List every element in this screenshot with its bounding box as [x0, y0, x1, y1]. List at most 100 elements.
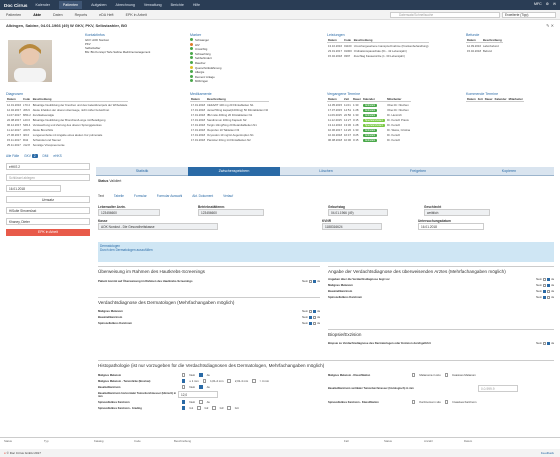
- user-menu[interactable]: MFC: [534, 2, 542, 6]
- key-input[interactable]: Schlüssel ablegen: [6, 174, 90, 181]
- vert-input[interactable]: 0.0-999.9: [478, 385, 518, 392]
- ja-checkbox[interactable]: [546, 295, 551, 299]
- option-checkbox[interactable]: [202, 379, 207, 383]
- nav-berichte[interactable]: Berichte: [171, 3, 184, 7]
- tab-akte[interactable]: Akte: [33, 13, 41, 17]
- nein-checkbox[interactable]: [542, 283, 547, 287]
- nein-checkbox[interactable]: [542, 341, 547, 345]
- footer-column-header[interactable]: Code: [130, 439, 170, 443]
- footer-column-header[interactable]: Beschreibung: [170, 439, 340, 443]
- table-row[interactable]: 06.08.2018 10:00 0:15 Ambulant Dr. Kersch: [327, 137, 411, 142]
- option-checkbox[interactable]: [182, 379, 186, 383]
- nein-checkbox[interactable]: [308, 315, 313, 319]
- option-checkbox[interactable]: [182, 373, 186, 377]
- column-header[interactable]: Dauer: [483, 96, 494, 102]
- tab-statistik[interactable]: Statistik: [96, 167, 188, 176]
- nav-aufgaben[interactable]: Aufgaben: [91, 3, 106, 7]
- option-checkbox[interactable]: [199, 400, 203, 404]
- column-header[interactable]: Kalender: [493, 96, 508, 102]
- option-checkbox[interactable]: [197, 406, 201, 410]
- tab-daten[interactable]: Daten: [53, 13, 63, 17]
- tab-freigeben[interactable]: Freigeben: [372, 167, 464, 176]
- table-row[interactable]: 12.01.2016 L70.2 Bösartige Neubildung der …: [6, 102, 128, 108]
- nav-abrechnung[interactable]: Abrechnung: [115, 3, 134, 7]
- nein-checkbox[interactable]: [308, 309, 313, 313]
- tab-patienten[interactable]: Patienten: [6, 13, 21, 17]
- option-checkbox[interactable]: [199, 373, 203, 377]
- case-tab-dmi[interactable]: DMI: [43, 154, 49, 158]
- option-checkbox[interactable]: [227, 379, 231, 383]
- nav-kalender[interactable]: Kalender: [36, 3, 50, 7]
- table-row[interactable]: 25.11.2017 J12.8 Sonstige Viruspneumonie: [6, 142, 128, 147]
- footer-column-header[interactable]: Katalog: [90, 439, 130, 443]
- epk-in-arbeit-button[interactable]: EPK in Arbeit: [6, 229, 90, 236]
- option-checkbox[interactable]: [444, 400, 449, 404]
- subtab-akt-dokument[interactable]: Akt. Dokument: [192, 194, 213, 198]
- footer-column-header[interactable]: Datum: [460, 439, 520, 443]
- column-header[interactable]: Datum: [466, 96, 477, 102]
- subtab-text[interactable]: Text: [98, 194, 104, 198]
- ja-checkbox[interactable]: [546, 289, 551, 293]
- case-tab-alle[interactable]: Alle Fälle: [6, 154, 19, 158]
- lebensalter-field[interactable]: 123456600: [98, 209, 160, 216]
- nav-patienten[interactable]: Patienten: [58, 1, 83, 9]
- nein-checkbox[interactable]: [542, 277, 547, 281]
- geburtstag-field[interactable]: 04.01.1966 (49): [328, 209, 388, 216]
- tab-eda-heft[interactable]: eDA Heft: [99, 13, 113, 17]
- option-checkbox[interactable]: [227, 406, 231, 410]
- nein-checkbox[interactable]: [308, 279, 313, 283]
- table-row[interactable]: 11.09.2015 22:50 1:30 Ambulant Dr. Hennich: [327, 112, 411, 117]
- betriebs-field[interactable]: 123456600: [198, 209, 264, 216]
- option-checkbox[interactable]: [444, 373, 448, 377]
- tab-reports[interactable]: Reports: [75, 13, 88, 17]
- ja-checkbox[interactable]: [312, 315, 317, 319]
- table-row[interactable]: 17.01.2018 Pantoloc 20mg 14 Filmtabletten…: [190, 137, 269, 142]
- table-row[interactable]: 10.02.2018 16:47 0:25 Ambulant Dr. Kersch: [327, 132, 411, 137]
- table-row[interactable]: 17.01.2018 Jamal 50mg kapsel(1000mg) 50 F…: [190, 107, 269, 112]
- option-checkbox[interactable]: [252, 379, 256, 383]
- footer-column-header[interactable]: Status: [380, 439, 420, 443]
- nein-checkbox[interactable]: [542, 295, 547, 299]
- tab-loeschen[interactable]: Löschen: [280, 167, 372, 176]
- nein-checkbox[interactable]: [308, 321, 313, 325]
- table-row[interactable]: 17.07.2015 14:51 1:28 Ambulant Ober-Dr. Nisc…: [327, 107, 411, 112]
- option-checkbox[interactable]: [412, 373, 416, 377]
- subtab-formular[interactable]: Formular: [134, 194, 147, 198]
- nein-checkbox[interactable]: [542, 289, 547, 293]
- footer-column-header[interactable]: Anzahl: [420, 439, 460, 443]
- option-checkbox[interactable]: [199, 385, 203, 389]
- subtab-tabelle[interactable]: Tabelle: [114, 194, 124, 198]
- doctor-select[interactable]: Khaney, Dieter: [6, 218, 90, 225]
- ja-checkbox[interactable]: [312, 309, 317, 313]
- tab-kopieren[interactable]: Kopieren: [464, 167, 554, 176]
- kvnr-field[interactable]: 1188316624: [322, 223, 382, 230]
- ja-checkbox[interactable]: [546, 341, 551, 345]
- table-row[interactable]: 11.12.2015 14:27 0:15 Spezialambulanz Dr. Ke…: [327, 117, 411, 122]
- subtab-verlauf[interactable]: Verlauf: [223, 194, 233, 198]
- umsatz-button[interactable]: Umsatz: [6, 196, 90, 203]
- search-mode-select[interactable]: Erweiterte (Tipp): [502, 12, 556, 18]
- geschlecht-field[interactable]: weiblich: [424, 209, 490, 216]
- option-checkbox[interactable]: [182, 406, 186, 410]
- ja-checkbox[interactable]: [546, 283, 551, 287]
- app-logo[interactable]: Doc Cirrus: [4, 3, 28, 8]
- search-input[interactable]: Datensatz/Schnellsuche: [390, 12, 500, 18]
- column-header[interactable]: Zeit: [476, 96, 484, 102]
- settings-icon[interactable]: ⚙: [546, 2, 549, 6]
- table-row[interactable]: 12.09.2016 Laborbefund: [466, 43, 503, 49]
- mm-input[interactable]: 12,0: [178, 391, 218, 398]
- case-select[interactable]: eHKS 2: [6, 163, 90, 170]
- nav-verwaltung[interactable]: Verwaltung: [144, 3, 162, 7]
- bell-icon[interactable]: ✉: [553, 2, 556, 6]
- footer-column-header[interactable]: Typ: [40, 439, 90, 443]
- case-tab-gkv[interactable]: GKV 2: [24, 154, 38, 158]
- option-checkbox[interactable]: [182, 400, 186, 404]
- tab-zwischenspeichern[interactable]: Zwischenspeichern: [188, 166, 280, 176]
- footer-column-header[interactable]: Status: [0, 439, 40, 443]
- option-checkbox[interactable]: [412, 400, 416, 404]
- untersuchung-field[interactable]: 16.01.2018: [418, 223, 484, 230]
- nav-hilfe[interactable]: Hilfe: [193, 3, 200, 7]
- table-row[interactable]: 15.02.2018 Befund: [466, 48, 503, 53]
- date-input[interactable]: 16.01.2018: [6, 185, 61, 192]
- ja-checkbox[interactable]: [312, 321, 317, 325]
